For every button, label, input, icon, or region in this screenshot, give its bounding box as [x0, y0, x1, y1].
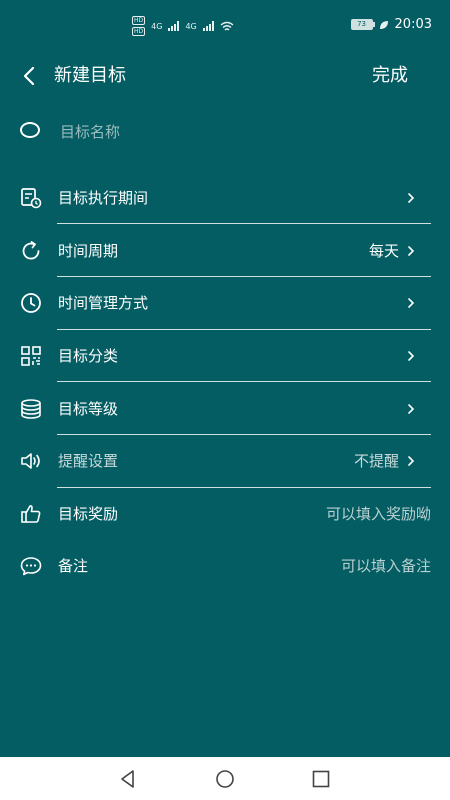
- hd-badge: HD: [132, 27, 146, 36]
- page-title: 新建目标: [54, 65, 126, 86]
- wifi-icon: [220, 21, 234, 31]
- chevron-right-icon: [408, 404, 415, 414]
- row-label: 目标等级: [58, 400, 119, 418]
- chevron-right-icon: [408, 298, 415, 308]
- row-reminder-settings[interactable]: 提醒设置 不提醒: [0, 435, 450, 487]
- done-button[interactable]: 完成: [372, 64, 408, 88]
- row-goal-category[interactable]: 目标分类: [0, 330, 450, 382]
- nav-back-icon[interactable]: [117, 768, 139, 790]
- chevron-right-icon: [408, 246, 415, 256]
- row-goal-level[interactable]: 目标等级: [0, 383, 450, 435]
- row-execution-period[interactable]: 目标执行期间: [0, 172, 450, 224]
- clock-time: 20:03: [394, 17, 432, 32]
- comment-icon: [20, 557, 42, 576]
- circle-icon: [20, 122, 40, 138]
- app-screen: HD HD 4G 4G 73 20:03 新建目标 完成 目标名称 目标执行期间…: [0, 0, 450, 757]
- speaker-icon: [21, 453, 40, 469]
- system-nav-bar: [0, 757, 450, 800]
- chevron-right-icon: [408, 193, 415, 203]
- repeat-icon: [22, 241, 40, 260]
- row-time-cycle[interactable]: 时间周期 每天: [0, 225, 450, 277]
- hd-indicators: HD HD: [132, 16, 146, 36]
- clock-icon: [21, 293, 41, 313]
- status-right: 73 20:03: [350, 17, 432, 32]
- reward-input-hint[interactable]: 可以填入奖励呦: [326, 503, 431, 525]
- network-type: 4G: [151, 21, 163, 31]
- nav-recents-icon[interactable]: [310, 768, 332, 790]
- row-label: 目标分类: [58, 347, 119, 365]
- divider: [57, 223, 431, 224]
- thumbs-up-icon: [21, 505, 41, 523]
- signal-icon: [202, 21, 214, 31]
- row-label: 时间周期: [58, 242, 119, 260]
- row-notes[interactable]: 备注 可以填入备注: [0, 540, 450, 592]
- hd-badge: HD: [132, 16, 146, 25]
- goal-name-input[interactable]: [58, 118, 422, 146]
- row-label: 目标奖励: [58, 505, 119, 523]
- layers-icon: [21, 399, 41, 419]
- app-header: 新建目标 完成: [0, 52, 450, 100]
- calendar-clock-icon: [21, 188, 42, 209]
- row-label: 提醒设置: [58, 452, 119, 470]
- battery-icon: 73: [350, 19, 375, 30]
- leaf-icon: [379, 20, 388, 29]
- signal-icon: [168, 21, 180, 31]
- status-bar: HD HD 4G 4G 73 20:03: [0, 0, 450, 52]
- row-label: 目标执行期间: [58, 189, 149, 207]
- row-goal-reward[interactable]: 目标奖励 可以填入奖励呦: [0, 488, 450, 540]
- row-label: 备注: [58, 557, 89, 575]
- row-time-management[interactable]: 时间管理方式: [0, 277, 450, 329]
- chevron-right-icon: [408, 456, 415, 466]
- category-grid-icon: [21, 346, 41, 366]
- network-type: 4G: [185, 21, 197, 31]
- row-value: 不提醒: [353, 452, 399, 470]
- row-label: 时间管理方式: [58, 294, 149, 312]
- chevron-right-icon: [408, 351, 415, 361]
- divider: [57, 381, 431, 382]
- signal-group: HD HD 4G 4G: [132, 16, 234, 36]
- nav-home-icon[interactable]: [214, 768, 236, 790]
- row-value: 每天: [368, 242, 399, 260]
- notes-input-hint[interactable]: 可以填入备注: [341, 555, 431, 577]
- back-arrow-icon[interactable]: [18, 64, 42, 88]
- goal-name-row: [0, 106, 450, 156]
